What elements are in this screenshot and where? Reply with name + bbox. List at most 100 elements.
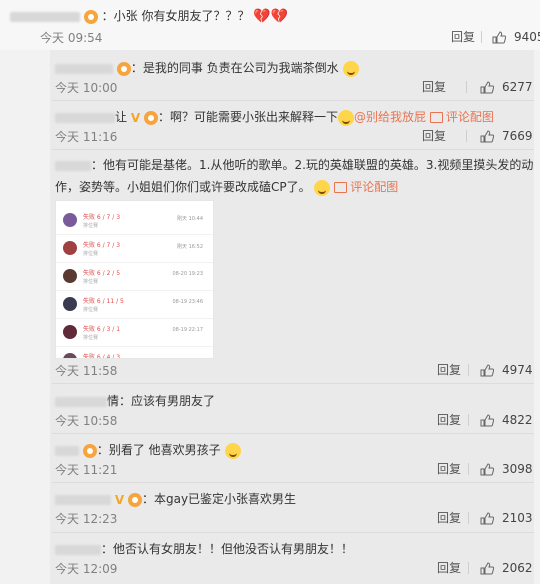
reply-time: 今天 11:21 bbox=[55, 463, 118, 477]
reply-divider bbox=[52, 482, 534, 483]
comment-pic-label: 评论配图 bbox=[445, 110, 494, 124]
reply-button[interactable]: 回复 bbox=[437, 363, 461, 377]
reply-button[interactable]: 回复 bbox=[437, 511, 461, 525]
reply-button[interactable]: 回复 bbox=[437, 413, 461, 427]
like-button[interactable]: 3098 bbox=[480, 462, 533, 476]
like-count: 3098 bbox=[502, 462, 533, 476]
match-row: 失败 6 / 2 / 5 排位赛 08-20 19:23 bbox=[56, 263, 213, 291]
reply-divider bbox=[52, 433, 534, 434]
action-divider bbox=[468, 364, 469, 376]
vip-badge-icon bbox=[116, 61, 131, 76]
reply-text: 别看了 他喜欢男孩子 bbox=[108, 443, 221, 457]
match-row: 失败 6 / 7 / 3 排位赛 刚天 16:52 bbox=[56, 235, 213, 263]
reply-time: 今天 10:58 bbox=[55, 414, 118, 428]
reply-time: 今天 10:00 bbox=[55, 81, 118, 95]
vip-badge-icon: V bbox=[130, 110, 141, 125]
replier-name[interactable] bbox=[55, 544, 101, 555]
broken-heart-icon: 💔💔 bbox=[253, 8, 289, 25]
action-divider bbox=[468, 562, 469, 574]
like-count: 4974 bbox=[502, 363, 533, 377]
thumb-up-icon bbox=[480, 463, 494, 476]
reply-button[interactable]: 回复 bbox=[451, 30, 475, 44]
like-count: 6277 bbox=[502, 80, 533, 94]
like-count: 9405 bbox=[514, 30, 540, 44]
commenter-name[interactable] bbox=[10, 11, 80, 22]
match-mode: 排位赛 bbox=[83, 307, 99, 313]
reply-divider bbox=[52, 100, 534, 101]
match-mode: 排位赛 bbox=[83, 251, 99, 257]
emoji-icon bbox=[338, 109, 354, 126]
replier-name[interactable] bbox=[55, 494, 111, 505]
action-divider bbox=[466, 130, 467, 142]
thumb-up-icon bbox=[480, 81, 494, 94]
match-date: 刚天 10:44 bbox=[177, 216, 203, 222]
reply-text: 啊？可能需要小张出来解释一下 bbox=[169, 110, 338, 124]
reply-divider bbox=[52, 383, 534, 384]
hero-avatar bbox=[63, 241, 77, 255]
vip-badge-icon bbox=[143, 110, 158, 125]
like-count: 2103 bbox=[502, 511, 533, 525]
like-button[interactable]: 4822 bbox=[480, 413, 533, 427]
replier-name[interactable] bbox=[55, 396, 107, 407]
hero-avatar bbox=[63, 353, 77, 358]
reply-text: 他否认有女朋友！！但他没否认有男朋友！！ bbox=[113, 542, 354, 556]
replier-name[interactable] bbox=[55, 63, 113, 74]
hero-avatar bbox=[63, 325, 77, 339]
comment-image[interactable]: 失败 6 / 7 / 3 排位赛 刚天 10:44 失败 6 / 7 / 3 排位赛 刚天… bbox=[55, 200, 214, 359]
hero-avatar bbox=[63, 269, 77, 283]
reply-3-body-cont: 作，姿势等。小姐姐们你们或许要改成磕CP了。 评论配图 bbox=[55, 179, 398, 196]
main-comment-body: ：小张 你有女朋友了？？？ 💔💔 bbox=[10, 8, 288, 25]
reply-2-body: 让 V ：啊？可能需要小张出来解释一下 @别给我放屁 评论配图 bbox=[55, 109, 494, 126]
like-button[interactable]: 2062 bbox=[480, 561, 533, 575]
reply-button[interactable]: 回复 bbox=[437, 561, 461, 575]
match-mode: 排位赛 bbox=[83, 223, 99, 229]
reply-divider bbox=[52, 149, 534, 150]
replier-name[interactable] bbox=[55, 112, 115, 123]
thumb-up-icon bbox=[480, 562, 494, 575]
thumb-up-icon bbox=[480, 364, 494, 377]
reply-5-body: ：别看了 他喜欢男孩子 bbox=[55, 442, 241, 459]
like-button[interactable]: 9405 bbox=[492, 30, 540, 44]
like-count: 7669 bbox=[502, 129, 533, 143]
match-row: 失败 6 / 11 / 5 排位赛 08-19 23:46 bbox=[56, 291, 213, 319]
match-result: 失败 6 / 3 / 1 bbox=[83, 326, 121, 333]
match-row: 失败 6 / 7 / 3 排位赛 刚天 10:44 bbox=[56, 207, 213, 235]
match-date: 08-19 22:17 bbox=[172, 327, 203, 333]
thumb-up-icon bbox=[480, 414, 494, 427]
reply-6-body: V ：本gay已鉴定小张喜欢男生 bbox=[55, 491, 296, 508]
reply-text: 应该有男朋友了 bbox=[131, 394, 216, 408]
emoji-icon bbox=[314, 179, 331, 196]
reply-time: 今天 12:23 bbox=[55, 512, 118, 526]
vip-badge-icon bbox=[82, 443, 97, 458]
thumb-up-icon bbox=[480, 512, 494, 525]
reply-text: 是我的同事 负责在公司为我端茶倒水 bbox=[142, 61, 339, 75]
like-button[interactable]: 6277 bbox=[480, 80, 533, 94]
hero-avatar bbox=[63, 297, 77, 311]
comment-pic-label: 评论配图 bbox=[350, 180, 399, 194]
action-divider bbox=[468, 512, 469, 524]
mention-link[interactable]: @别给我放屁 bbox=[354, 110, 426, 124]
reply-button[interactable]: 回复 bbox=[437, 462, 461, 476]
like-count: 2062 bbox=[502, 561, 533, 575]
match-mode: 排位赛 bbox=[83, 279, 99, 285]
reply-time: 今天 11:16 bbox=[55, 130, 118, 144]
reply-time: 今天 11:58 bbox=[55, 364, 118, 378]
like-button[interactable]: 4974 bbox=[480, 363, 533, 377]
match-date: 刚天 16:52 bbox=[177, 244, 203, 250]
reply-button[interactable]: 回复 bbox=[422, 129, 446, 143]
match-date: 08-19 23:46 bbox=[172, 299, 203, 305]
comment-time: 今天 09:54 bbox=[40, 31, 103, 45]
emoji-icon bbox=[224, 442, 241, 459]
like-button[interactable]: 7669 bbox=[480, 129, 533, 143]
match-mode: 排位赛 bbox=[83, 335, 99, 341]
reply-text-line1: 他有可能是基佬。1.从他听的歌单。2.玩的英雄联盟的英雄。3.视频里摸头发的动 bbox=[103, 158, 534, 172]
reply-button[interactable]: 回复 bbox=[422, 80, 446, 94]
like-button[interactable]: 2103 bbox=[480, 511, 533, 525]
comment-pic-link[interactable]: 评论配图 bbox=[429, 110, 494, 124]
replier-name[interactable] bbox=[55, 445, 79, 456]
reply-text: 本gay已鉴定小张喜欢男生 bbox=[153, 492, 297, 506]
comment-pic-link[interactable]: 评论配图 bbox=[334, 180, 398, 194]
action-divider bbox=[466, 81, 467, 93]
replier-name[interactable] bbox=[55, 160, 91, 171]
action-divider bbox=[468, 463, 469, 475]
